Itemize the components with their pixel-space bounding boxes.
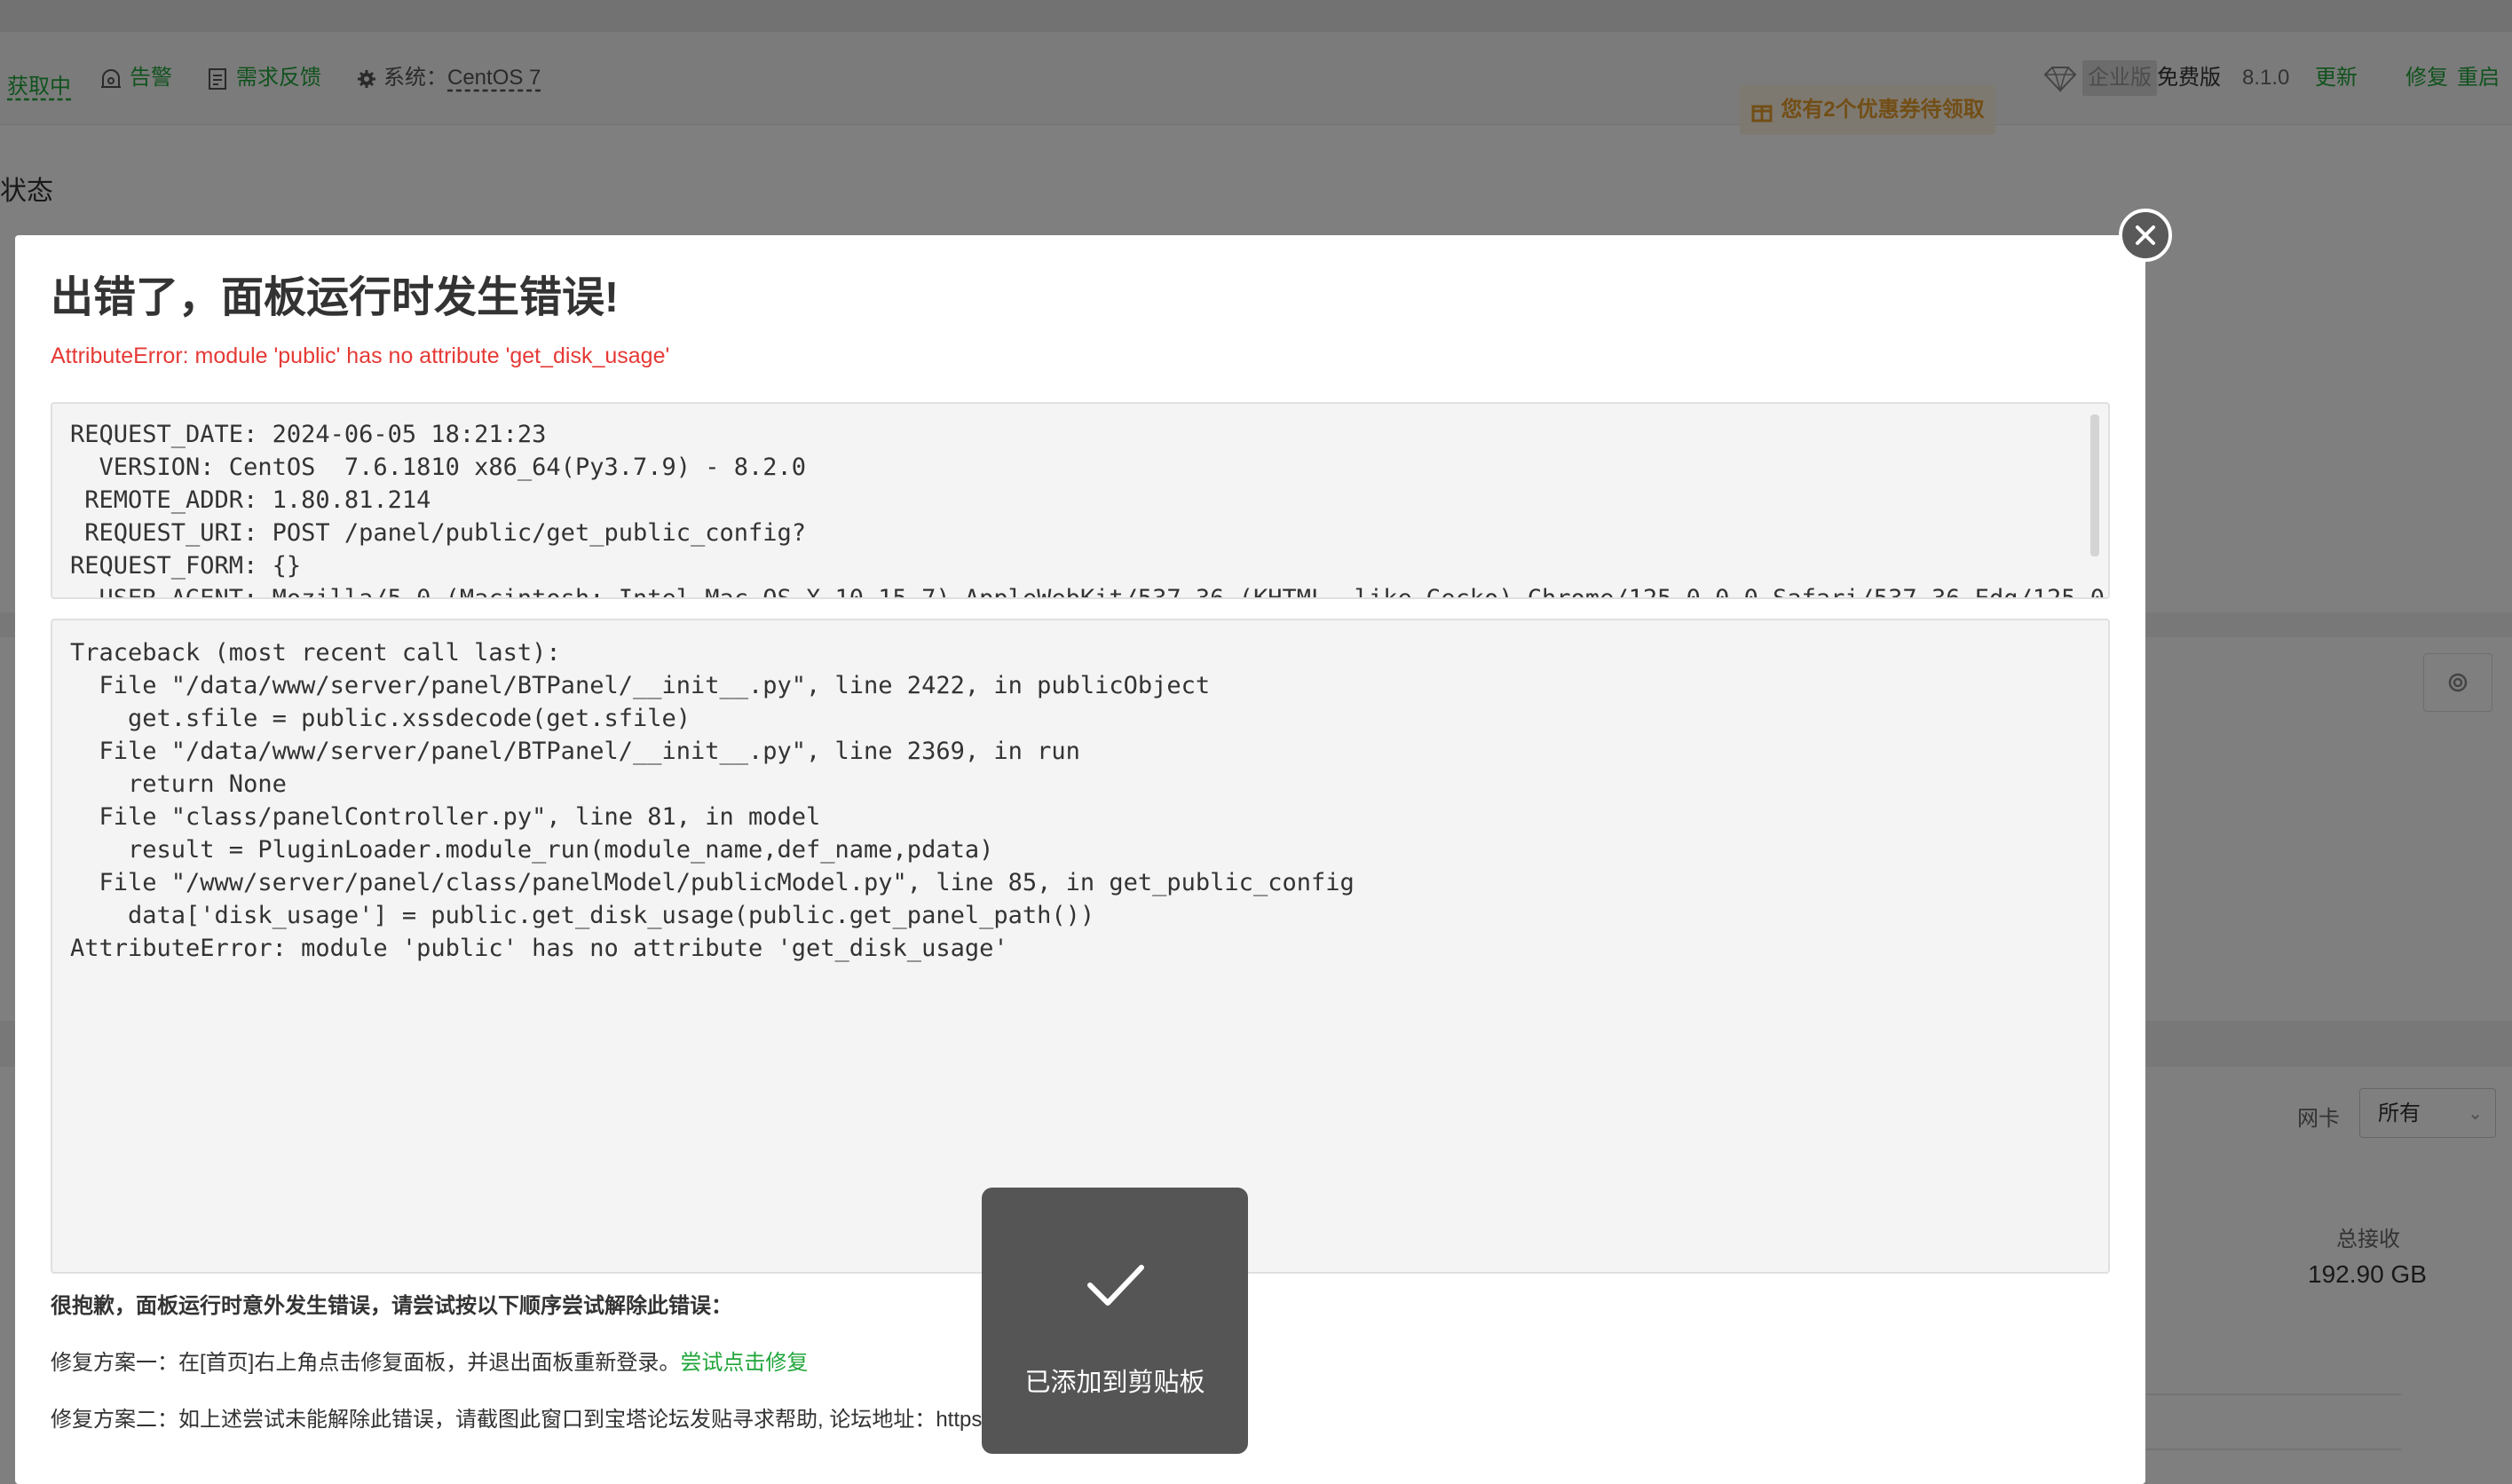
traceback-box[interactable]: Traceback (most recent call last): File … bbox=[51, 619, 2110, 1274]
fix-option-1-text: 修复方案一：在[首页]右上角点击修复面板，并退出面板重新登录。 bbox=[51, 1351, 681, 1375]
try-repair-link[interactable]: 尝试点击修复 bbox=[680, 1351, 808, 1375]
toast-text: 已添加到剪贴板 bbox=[1024, 1369, 1205, 1397]
apology-text: 很抱歉，面板运行时意外发生错误，请尝试按以下顺序尝试解除此错误： bbox=[51, 1294, 732, 1318]
fix-option-2: 修复方案二：如上述尝试未能解除此错误，请截图此窗口到宝塔论坛发贴寻求帮助, 论坛… bbox=[51, 1408, 983, 1432]
copied-toast: 已添加到剪贴板 bbox=[982, 1188, 1248, 1454]
request-info-text: REQUEST_DATE: 2024-06-05 18:21:23 VERSIO… bbox=[70, 421, 2108, 599]
close-icon bbox=[2136, 225, 2155, 245]
error-message: AttributeError: module 'public' has no a… bbox=[51, 343, 670, 368]
checkmark-icon bbox=[1087, 1265, 1144, 1306]
scrollbar[interactable] bbox=[2090, 414, 2099, 556]
fix-option-1: 修复方案一：在[首页]右上角点击修复面板，并退出面板重新登录。尝试点击修复 bbox=[51, 1345, 808, 1376]
request-info-box[interactable]: REQUEST_DATE: 2024-06-05 18:21:23 VERSIO… bbox=[51, 402, 2110, 599]
dialog-title: 出错了，面板运行时发生错误! bbox=[51, 274, 619, 321]
traceback-text: Traceback (most recent call last): File … bbox=[70, 639, 1355, 962]
close-button[interactable] bbox=[2119, 209, 2172, 262]
